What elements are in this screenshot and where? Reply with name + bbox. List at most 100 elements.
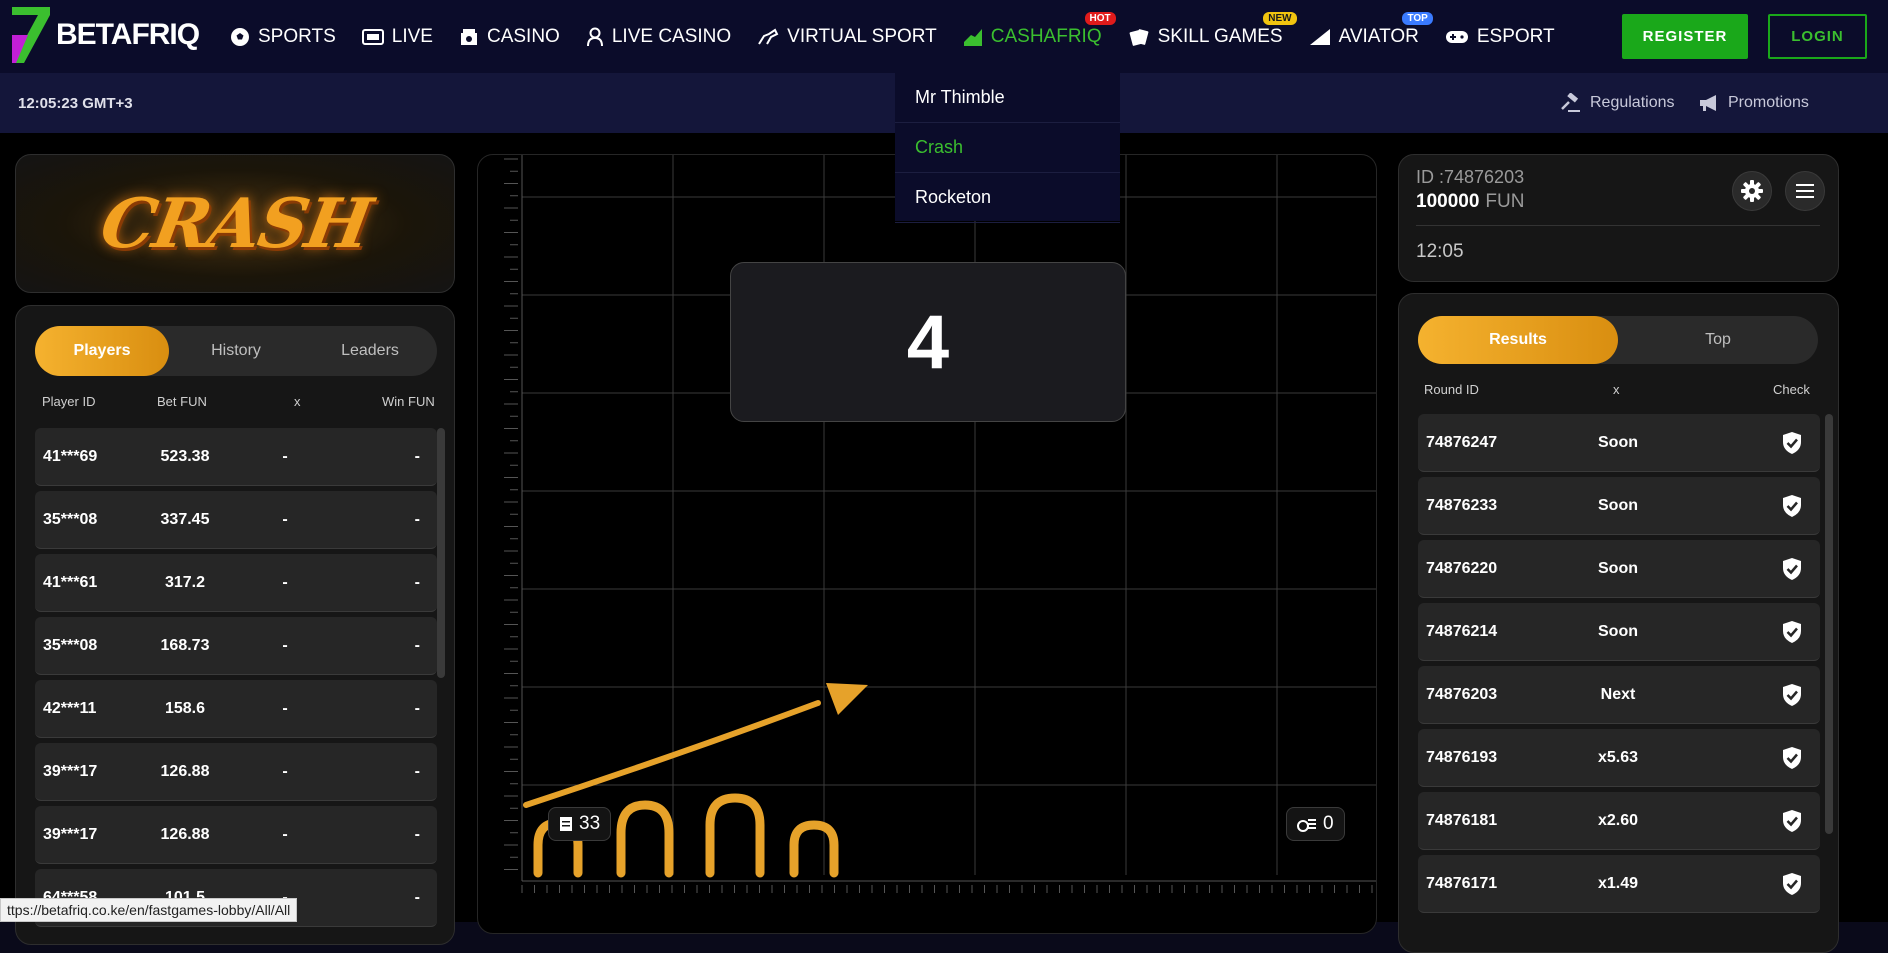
verify-shield-icon[interactable] — [1782, 620, 1802, 649]
result-row: 74876181 x2.60 — [1418, 792, 1820, 850]
nav-sports[interactable]: SPORTS — [230, 0, 336, 73]
megaphone-icon — [1700, 95, 1716, 111]
players-scrollbar[interactable] — [437, 428, 445, 678]
verify-shield-icon[interactable] — [1782, 746, 1802, 775]
account-time: 12:05 — [1416, 241, 1464, 262]
login-button[interactable]: LOGIN — [1768, 14, 1867, 59]
dropdown-item-rocketon[interactable]: Rocketon — [895, 173, 1120, 223]
live-tv-icon — [361, 28, 392, 45]
results-tab-top[interactable]: Top — [1618, 316, 1818, 364]
player-x: - — [282, 448, 288, 465]
player-id: 35***08 — [43, 511, 98, 528]
account-panel: ID :74876203 100000 FUN 12:05 — [1398, 154, 1839, 282]
player-row: 35***08 168.73 - - — [35, 617, 437, 675]
regulations-label: Regulations — [1590, 94, 1675, 111]
promotions-label: Promotions — [1728, 94, 1809, 111]
crash-logo-panel: CRASH — [15, 154, 455, 293]
player-x: - — [282, 700, 288, 717]
nav-label: VIRTUAL SPORT — [787, 25, 937, 47]
result-round-id: 74876171 — [1426, 875, 1498, 892]
player-row: 39***17 126.88 - - — [35, 806, 437, 864]
account-balance: 100000 FUN — [1416, 191, 1524, 213]
gamepad-icon — [1445, 29, 1477, 45]
verify-shield-icon[interactable] — [1782, 557, 1802, 586]
player-row: 35***08 337.45 - - — [35, 491, 437, 549]
player-win: - — [414, 700, 420, 717]
player-id: 41***69 — [43, 448, 98, 465]
rising-arrow-icon — [523, 683, 868, 808]
player-x: - — [282, 763, 288, 780]
menu-button[interactable] — [1785, 171, 1825, 211]
players-tab-history[interactable]: History — [169, 326, 303, 376]
player-id: 39***17 — [43, 763, 98, 780]
players-tab-leaders[interactable]: Leaders — [303, 326, 437, 376]
verify-shield-icon[interactable] — [1782, 809, 1802, 838]
cashout-count-pill: 0 — [1286, 807, 1345, 841]
player-bet: 317.2 — [164, 574, 206, 591]
player-x: - — [282, 574, 288, 591]
settings-button[interactable] — [1732, 171, 1772, 211]
verify-shield-icon[interactable] — [1782, 872, 1802, 901]
regulations-link[interactable]: Regulations — [1560, 93, 1675, 113]
players-tab-players[interactable]: Players — [35, 326, 169, 376]
result-row: 74876214 Soon — [1418, 603, 1820, 661]
nav-label: ESPORT — [1476, 25, 1555, 47]
register-button[interactable]: REGISTER — [1622, 14, 1748, 59]
player-win: - — [414, 511, 420, 528]
browser-status-url: ttps://betafriq.co.ke/en/fastgames-lobby… — [0, 898, 298, 922]
plane-icon — [1309, 28, 1339, 46]
nav-label: SPORTS — [258, 25, 336, 47]
verify-shield-icon[interactable] — [1782, 683, 1802, 712]
nav-label: LIVE — [391, 25, 433, 47]
receipt-icon — [560, 817, 572, 831]
betafriq-logo[interactable]: BETAFRIQ — [10, 4, 200, 66]
player-bet: 168.73 — [160, 637, 210, 654]
results-panel: Results Top Round ID x Check 74876247 Soon… — [1398, 293, 1839, 953]
player-bet: 523.38 — [160, 448, 210, 465]
nav-cashafriq[interactable]: CASHAFRIQ HOT — [963, 0, 1116, 73]
col-bet: Bet FUN — [157, 394, 207, 409]
nav-live-casino[interactable]: LIVE CASINO — [586, 0, 731, 73]
player-row: 41***61 317.2 - - — [35, 554, 437, 612]
result-row: 74876203 Next — [1418, 666, 1820, 724]
nav-live[interactable]: LIVE — [361, 0, 433, 73]
promotions-link[interactable]: Promotions — [1698, 93, 1809, 113]
cashout-count: 0 — [1323, 813, 1334, 834]
dropdown-item-crash[interactable]: Crash — [895, 123, 1120, 173]
results-tabs: Results Top — [1418, 316, 1818, 364]
nav-casino[interactable]: CASINO — [459, 0, 560, 73]
player-id: 35***08 — [43, 637, 98, 654]
verify-shield-icon[interactable] — [1782, 431, 1802, 460]
player-win: - — [414, 889, 420, 906]
server-clock: 12:05:23 GMT+3 — [18, 95, 133, 112]
players-tabs: Players History Leaders — [35, 326, 437, 376]
nav-badge-top: TOP — [1402, 12, 1433, 25]
nav-aviator[interactable]: AVIATOR TOP — [1309, 0, 1433, 73]
nav-virtual-sport[interactable]: VIRTUAL SPORT — [757, 0, 937, 73]
results-list: 74876247 Soon 74876233 Soon 74876220 Soon 7487… — [1418, 414, 1820, 918]
col-round-id: Round ID — [1424, 382, 1479, 397]
nav-label: LIVE CASINO — [611, 25, 732, 47]
dropdown-item-mr-thimble[interactable]: Mr Thimble — [895, 73, 1120, 123]
result-round-id: 74876203 — [1426, 686, 1498, 703]
player-x: - — [282, 826, 288, 843]
crash-game-logo: CRASH — [94, 183, 376, 264]
result-round-id: 74876193 — [1426, 749, 1498, 766]
soccer-ball-icon — [230, 27, 258, 47]
bets-count-pill: 33 — [548, 807, 612, 841]
nav-skill-games[interactable]: SKILL GAMES NEW — [1128, 0, 1297, 73]
player-win: - — [414, 637, 420, 654]
player-id: 39***17 — [43, 826, 98, 843]
verify-shield-icon[interactable] — [1782, 494, 1802, 523]
result-round-id: 74876181 — [1426, 812, 1498, 829]
nav-esport[interactable]: ESPORT — [1445, 0, 1555, 73]
players-panel: Players History Leaders Player ID Bet FUN … — [15, 305, 455, 945]
result-round-id: 74876214 — [1426, 623, 1498, 640]
crash-game-canvas: 4 33 0 — [477, 154, 1377, 934]
result-row: 74876171 x1.49 — [1418, 855, 1820, 913]
nav-label: CASINO — [486, 25, 560, 47]
results-scrollbar[interactable] — [1825, 414, 1833, 834]
nav-label: AVIATOR — [1338, 25, 1419, 47]
balance-currency: FUN — [1485, 191, 1525, 212]
results-tab-results[interactable]: Results — [1418, 316, 1618, 364]
